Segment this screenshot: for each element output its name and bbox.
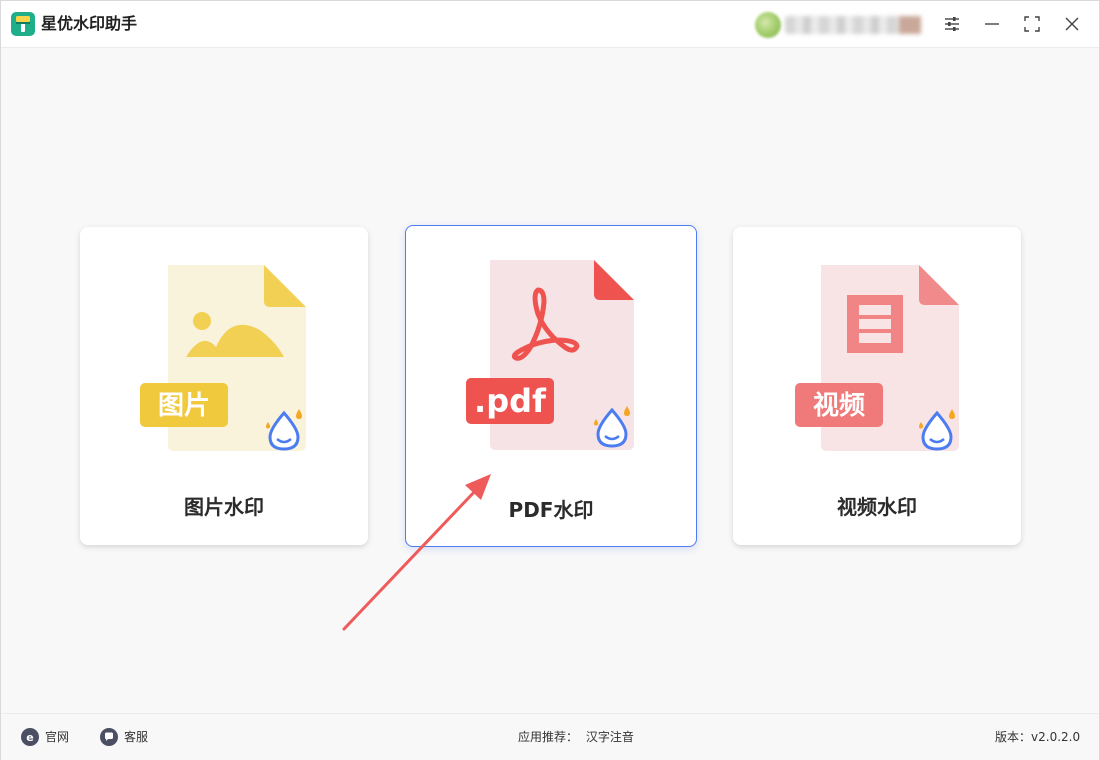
image-watermark-card[interactable]: 图片 图片水印 <box>80 227 368 545</box>
pdf-watermark-label: PDF水印 <box>508 498 594 522</box>
video-watermark-label: 视频水印 <box>837 495 917 519</box>
app-window: 星优水印助手 图片 图片水印 .pdf PDF水印 视频 视频水印 e 官网 客… <box>0 0 1100 760</box>
film-strip-icon <box>847 295 903 353</box>
app-recommendation: 应用推荐： 汉字注音 <box>518 728 634 746</box>
video-badge-text: 视频 <box>813 391 865 421</box>
maximize-button[interactable] <box>1017 9 1047 39</box>
support-link[interactable]: 客服 <box>100 728 148 746</box>
image-watermark-label: 图片水印 <box>184 495 264 519</box>
app-title: 星优水印助手 <box>41 14 138 33</box>
video-file-icon: 视频 <box>795 265 959 451</box>
version-label: 版本： <box>995 730 1032 744</box>
svg-text:e: e <box>26 731 33 743</box>
official-site-label: 官网 <box>45 730 70 744</box>
status-bar: e 官网 客服 应用推荐： 汉字注音 版本：v2.0.2.0 <box>1 713 1099 760</box>
image-file-icon: 图片 <box>140 265 306 451</box>
minimize-icon <box>985 23 999 25</box>
maximize-icon <box>1024 16 1040 32</box>
image-badge-text: 图片 <box>158 391 210 421</box>
close-button[interactable] <box>1057 9 1087 39</box>
video-watermark-card[interactable]: 视频 视频水印 <box>733 227 1021 545</box>
minimize-button[interactable] <box>977 9 1007 39</box>
official-site-link[interactable]: e 官网 <box>21 728 69 746</box>
pdf-badge-text: .pdf <box>474 382 547 420</box>
support-label: 客服 <box>124 730 149 744</box>
sliders-icon <box>945 17 959 31</box>
recommend-app-link[interactable]: 汉字注音 <box>586 730 634 744</box>
user-name-redacted <box>785 16 921 34</box>
version-info: 版本：v2.0.2.0 <box>995 728 1080 746</box>
user-account[interactable] <box>755 10 921 40</box>
recommend-label: 应用推荐： <box>518 730 579 744</box>
chat-bubble-icon <box>100 728 118 746</box>
settings-button[interactable] <box>937 9 967 39</box>
close-icon <box>1065 17 1079 31</box>
title-bar[interactable]: 星优水印助手 <box>1 1 1099 48</box>
pdf-file-icon: .pdf <box>466 260 634 450</box>
ie-icon: e <box>21 728 39 746</box>
app-logo-icon <box>11 12 35 36</box>
avatar <box>755 12 781 38</box>
pdf-watermark-card[interactable]: .pdf PDF水印 <box>405 225 697 547</box>
version-value: v2.0.2.0 <box>1031 730 1081 744</box>
